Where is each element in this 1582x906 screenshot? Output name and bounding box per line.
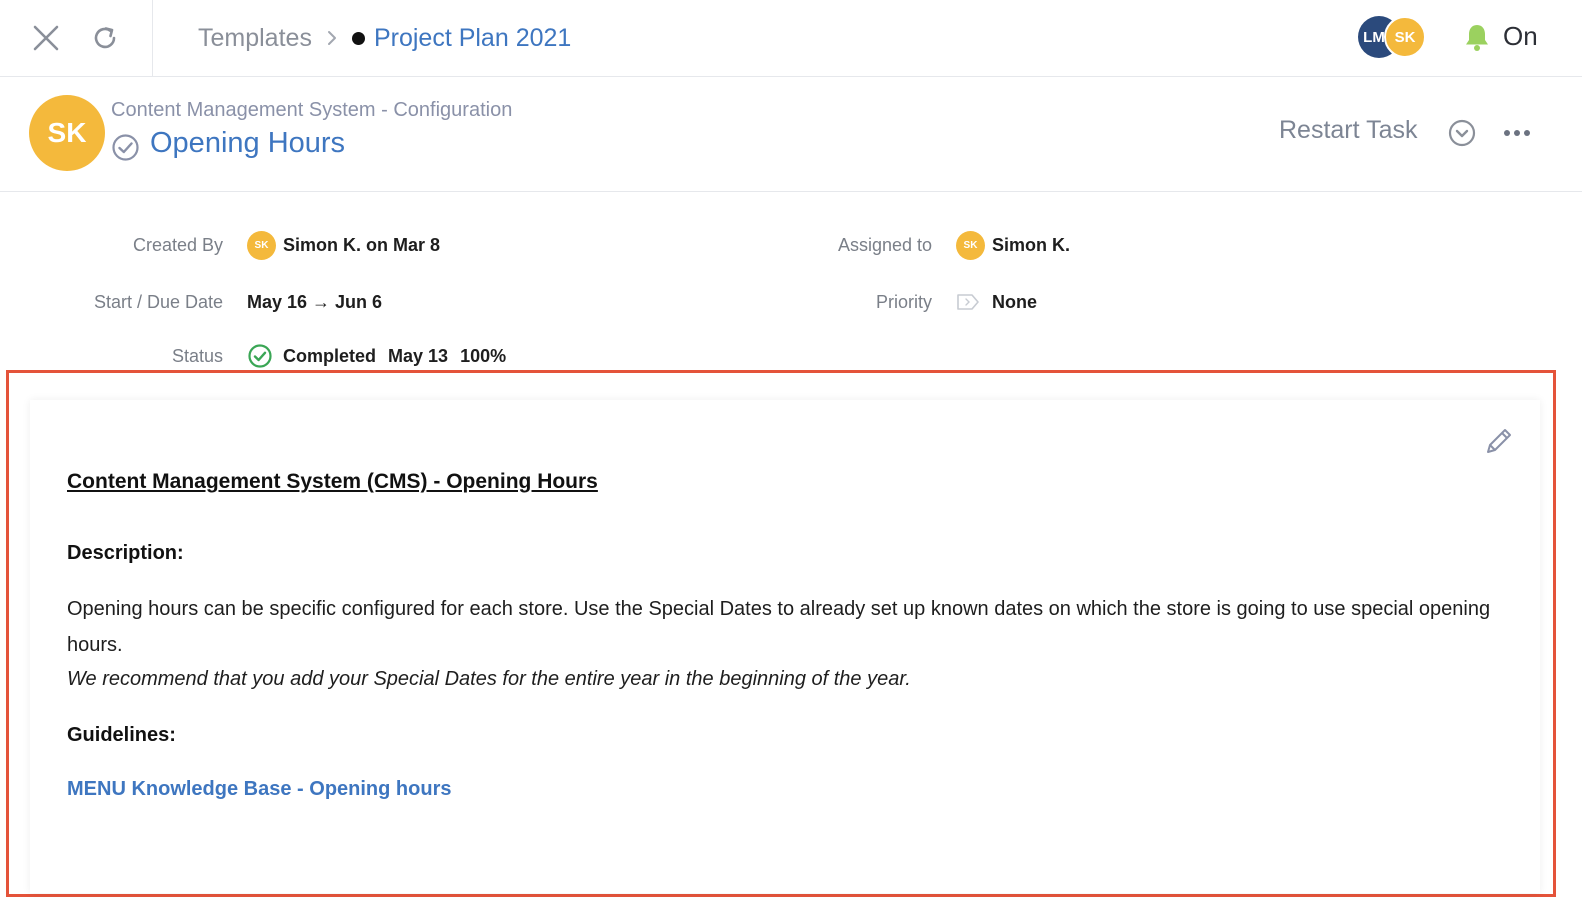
breadcrumb-project[interactable]: Project Plan 2021 [374,24,571,53]
notifications-toggle[interactable]: On [1463,21,1538,52]
assigned-value[interactable]: SK Simon K. [956,230,1070,260]
close-button[interactable] [27,19,65,57]
status-text: Completed [283,345,377,366]
breadcrumb-templates[interactable]: Templates [198,24,312,53]
topbar-divider [152,0,153,76]
breadcrumb: Templates Project Plan 2021 [198,22,571,54]
priority-label: Priority [875,292,932,312]
pencil-icon [1487,429,1511,453]
dates-value[interactable]: May 16 → Jun 6 [247,289,382,315]
recommendation-text: We recommend that you add your Special D… [67,668,911,690]
created-by-value[interactable]: SK Simon K. on Mar 8 [247,230,440,260]
avatar[interactable]: SK [29,95,105,171]
dates-label: Start / Due Date [93,292,223,312]
project-color-dot [351,31,365,45]
avatar: SK [956,230,985,260]
more-icon [1504,130,1530,136]
priority-text: None [992,291,1037,312]
status-date: May 13 [388,345,449,366]
avatar: SK [247,230,276,260]
created-by-text: Simon K. on Mar 8 [283,234,441,255]
collaborator-avatars[interactable]: LM SK [1358,16,1428,58]
refresh-icon [94,27,116,49]
restart-task-button[interactable]: Restart Task [1279,116,1417,145]
priority-value[interactable]: None [956,289,1037,315]
content-title: Content Management System (CMS) - Openin… [67,470,598,493]
description-card: Content Management System (CMS) - Openin… [30,400,1540,893]
task-header: SK Content Management System - Configura… [0,77,1582,192]
task-title-row: Opening Hours [111,125,345,162]
guidelines-heading: Guidelines: [67,724,176,746]
chevron-circle-icon [1448,119,1476,147]
task-parent[interactable]: Content Management System - Configuratio… [111,99,512,122]
created-by-label: Created By [132,235,223,255]
close-icon [33,25,59,51]
refresh-button[interactable] [86,19,124,57]
check-circle-icon[interactable] [111,133,140,162]
assigned-label: Assigned to [837,235,932,255]
page-title: Opening Hours [150,127,346,159]
description-heading: Description: [67,542,184,564]
priority-flag-icon [957,294,979,310]
bell-icon [1466,24,1488,51]
avatar[interactable]: SK [1384,16,1426,58]
status-value[interactable]: Completed May 13 100% [247,342,506,370]
edit-button[interactable] [1483,425,1515,462]
check-circle-icon [248,344,272,368]
chevron-right-icon [326,29,338,47]
top-bar: Templates Project Plan 2021 LM SK On [0,0,1582,77]
description-text: Opening hours can be specific configured… [67,598,1491,656]
complete-dropdown-button[interactable] [1447,118,1477,153]
notifications-label: On [1503,21,1538,51]
status-percent: 100% [460,345,507,366]
status-label: Status [171,346,223,366]
more-options-button[interactable] [1502,118,1532,153]
assigned-text: Simon K. [992,234,1071,255]
guidelines-link[interactable]: MENU Knowledge Base - Opening hours [67,778,451,801]
